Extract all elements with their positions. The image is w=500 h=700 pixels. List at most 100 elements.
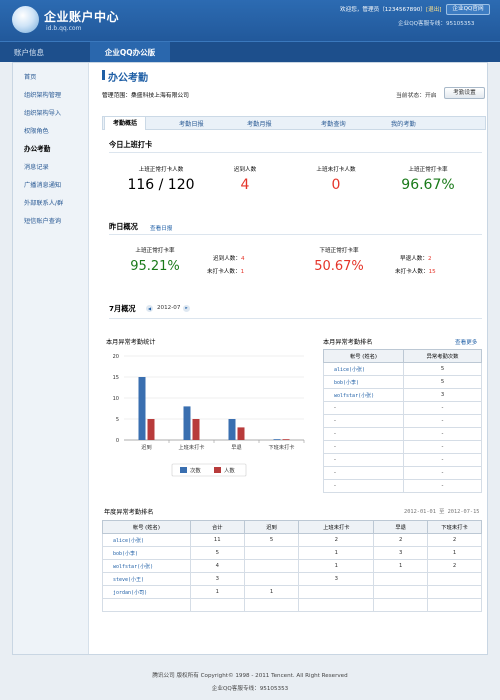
sidebar-item-roles[interactable]: 权限角色 bbox=[24, 126, 49, 135]
chart-bar bbox=[273, 439, 281, 440]
table-row: -- bbox=[323, 414, 482, 428]
month-period: 2012-07 bbox=[157, 305, 181, 311]
chart-xtick-label: 早退 bbox=[231, 443, 241, 451]
early-label: 早退人数： bbox=[400, 256, 428, 262]
today-stat-label: 迟到人数 bbox=[233, 167, 257, 173]
yearly-value-cell: 2 bbox=[373, 533, 429, 547]
yearly-account-cell[interactable]: jordan(小司) bbox=[102, 585, 191, 599]
prev-month-icon[interactable]: ◀ bbox=[146, 305, 153, 312]
chart-ytick-label: 15 bbox=[113, 375, 119, 381]
view-daily-link[interactable]: 查看日报 bbox=[150, 224, 172, 232]
footer-hotline: 企业QQ客服专线：95105353 bbox=[211, 686, 289, 692]
welcome-user: 欢迎您，管理员（1234567890） bbox=[340, 7, 426, 13]
table-row: -- bbox=[323, 440, 482, 454]
on-rate-value: 95.21% bbox=[130, 259, 180, 274]
manage-scope: 管理范围：桑盛科技上海有限公司 bbox=[102, 93, 189, 99]
chart-bar bbox=[228, 419, 236, 440]
today-stat-label: 上班未打卡人数 bbox=[316, 167, 356, 173]
chart-bar bbox=[282, 439, 290, 440]
ranking-count-cell: 5 bbox=[403, 362, 482, 376]
ranking-count-cell: - bbox=[403, 479, 482, 493]
ranking-count-cell: - bbox=[403, 453, 482, 467]
miss-off-label: 未打卡人数： bbox=[395, 269, 429, 275]
late-value: 4 bbox=[240, 256, 245, 262]
yearly-value-cell bbox=[243, 598, 300, 612]
miss-off-value: 15 bbox=[428, 269, 436, 275]
table-row: jordan(小司) 1 1 bbox=[102, 585, 482, 599]
table-row: -- bbox=[323, 401, 482, 415]
tab-bar bbox=[102, 116, 486, 130]
ranking-account-cell: - bbox=[323, 466, 404, 480]
ranking-account-cell: - bbox=[323, 479, 404, 493]
yearly-value-cell: 3 bbox=[189, 572, 245, 586]
yearly-account-cell[interactable]: alice(小张) bbox=[102, 533, 191, 547]
sidebar-item-messages[interactable]: 消息记录 bbox=[24, 162, 49, 171]
next-month-icon[interactable]: ▸ bbox=[183, 305, 190, 312]
table-row: alice(小张) 5 bbox=[323, 362, 482, 376]
sidebar-item-org-manage[interactable]: 组织架构管理 bbox=[24, 90, 61, 99]
ranking-count-cell: - bbox=[403, 427, 482, 441]
chart-bar bbox=[138, 377, 146, 440]
sidebar-item-sms[interactable]: 短信账户查询 bbox=[24, 216, 61, 225]
chart-bar bbox=[237, 427, 245, 440]
yearly-header: 合计 bbox=[189, 520, 245, 534]
yearly-account-cell[interactable]: steve(小王) bbox=[102, 572, 191, 586]
chart-ytick-label: 10 bbox=[113, 396, 119, 402]
nav-account-info[interactable]: 账户信息 bbox=[14, 42, 44, 63]
attendance-settings-button[interactable]: 考勤设置 bbox=[444, 87, 485, 99]
logout-link[interactable]: [退出] bbox=[426, 7, 442, 13]
ranking-count-cell: - bbox=[403, 414, 482, 428]
yearly-header: 迟到 bbox=[243, 520, 300, 534]
title-accent bbox=[102, 70, 105, 80]
sidebar-item-org-import[interactable]: 组织架构导入 bbox=[24, 108, 61, 117]
table-row: -- bbox=[323, 453, 482, 467]
tab-daily[interactable]: 考勤日报 bbox=[179, 119, 204, 128]
ranking-title: 本月异常考勤排名 bbox=[323, 339, 373, 346]
tab-overview[interactable]: 考勤概括 bbox=[104, 116, 146, 130]
ranking-count-cell: - bbox=[403, 401, 482, 415]
sidebar-item-attendance[interactable]: 办公考勤 bbox=[24, 143, 50, 153]
chart-title: 本月异常考勤统计 bbox=[106, 339, 156, 346]
chart-ytick-label: 20 bbox=[113, 354, 119, 360]
sidebar-item-home[interactable]: 首页 bbox=[24, 72, 36, 81]
yearly-value-cell bbox=[189, 598, 245, 612]
sidebar-item-external[interactable]: 外部联系人/群 bbox=[24, 198, 63, 207]
early-row: 早退人数：2 bbox=[400, 254, 432, 262]
chart-legend-swatch bbox=[180, 467, 187, 473]
off-rate-value: 50.67% bbox=[314, 259, 364, 274]
yearly-value-cell: 2 bbox=[298, 533, 375, 547]
ranking-account-cell[interactable]: bob(小李) bbox=[323, 375, 404, 389]
table-row: bob(小李) 5 1 3 1 bbox=[102, 546, 482, 560]
yearly-title: 年度异常考勤排名 bbox=[104, 509, 154, 516]
ranking-count-cell: - bbox=[403, 466, 482, 480]
table-row: wolfstar(小张) 3 bbox=[323, 388, 482, 402]
sidebar-item-broadcast[interactable]: 广播消息通知 bbox=[24, 180, 61, 189]
view-more-link[interactable]: 查看更多 bbox=[455, 338, 477, 346]
hotline-text: 企业QQ客服专线：95105353 bbox=[398, 21, 475, 27]
abnormal-chart: 0 5 10 15 20 迟到 上班未打卡 早退 下班未打卡次数 人数 bbox=[113, 354, 305, 477]
off-rate-label: 下班正常打卡率 bbox=[319, 248, 359, 254]
nav-office[interactable]: 企业QQ办公版 bbox=[90, 42, 170, 63]
yesterday-title: 昨日概况 bbox=[109, 222, 138, 231]
chart-legend-label: 人数 bbox=[224, 467, 235, 475]
ranking-account-cell[interactable]: alice(小张) bbox=[323, 362, 404, 376]
chart-xtick-label: 迟到 bbox=[141, 443, 151, 451]
chart-bar bbox=[183, 406, 191, 440]
brand-domain: id.b.qq.com bbox=[46, 25, 82, 32]
tab-query[interactable]: 考勤查询 bbox=[321, 119, 346, 128]
sidebar: 首页 组织架构管理 组织架构导入 权限角色 办公考勤 消息记录 广播消息通知 外… bbox=[13, 63, 89, 654]
yearly-value-cell bbox=[243, 546, 300, 560]
table-row: alice(小张) 11 5 2 2 2 bbox=[102, 533, 482, 547]
tab-monthly[interactable]: 考勤月报 bbox=[247, 119, 272, 128]
yearly-account-cell[interactable]: bob(小李) bbox=[102, 546, 191, 560]
yearly-account-cell[interactable]: wolfstar(小张) bbox=[102, 559, 191, 573]
yearly-value-cell: 1 bbox=[298, 559, 375, 573]
yearly-value-cell: 3 bbox=[298, 572, 375, 586]
yearly-header: 帐号 (姓名) bbox=[102, 520, 191, 534]
miss-on-value: 1 bbox=[240, 269, 245, 275]
table-row: -- bbox=[323, 479, 482, 493]
tab-mine[interactable]: 我的考勤 bbox=[391, 119, 416, 128]
ranking-account-cell[interactable]: wolfstar(小张) bbox=[323, 388, 404, 402]
yearly-value-cell: 1 bbox=[189, 585, 245, 599]
qq-site-button[interactable]: 企业QQ官网 bbox=[446, 4, 490, 15]
